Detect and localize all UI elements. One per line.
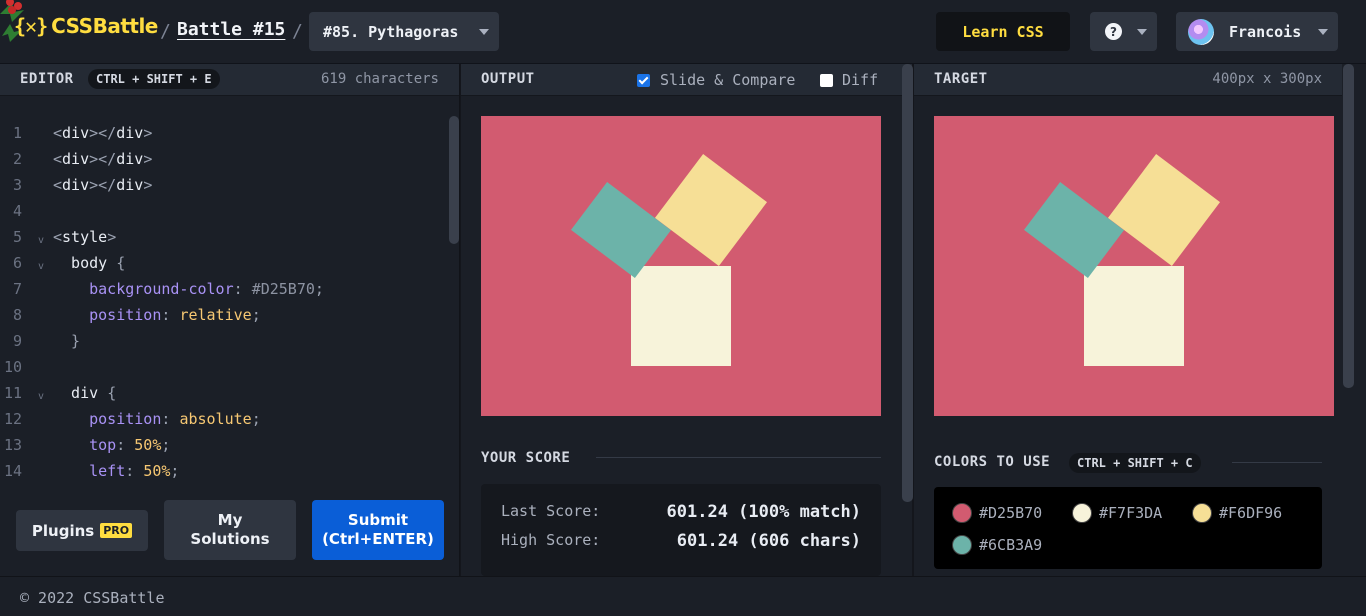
target-select-label: #85. Pythagoras	[323, 22, 459, 41]
last-score-label: Last Score:	[501, 502, 601, 520]
chevron-down-icon	[479, 29, 489, 35]
target-select-dropdown[interactable]: #85. Pythagoras	[309, 12, 499, 51]
code-line: 11 v div {	[0, 380, 440, 406]
diff-label[interactable]: Diff	[842, 71, 878, 89]
code-line: 14 left: 50%;	[3, 462, 180, 480]
cssbattle-logo[interactable]: {✕} CSSBattle	[14, 14, 158, 38]
target-header: TARGET 400px x 300px	[914, 64, 1342, 96]
logo-text: CSSBattle	[51, 14, 158, 38]
code-line: 12 position: absolute;	[3, 410, 261, 428]
target-teal-square	[1024, 181, 1124, 279]
your-score-title: YOUR SCORE	[481, 450, 571, 466]
color-hex: #6CB3A9	[979, 536, 1043, 554]
battle-link[interactable]: Battle #15	[177, 19, 285, 40]
plugins-button[interactable]: Plugins PRO	[16, 510, 148, 551]
color-hex: #D25B70	[979, 504, 1043, 522]
target-yellow-square	[1107, 153, 1221, 267]
output-canvas[interactable]	[481, 116, 881, 416]
user-name: Francois	[1229, 22, 1302, 41]
output-scrollbar[interactable]	[902, 64, 913, 502]
code-line: 1 <div></div>	[12, 124, 153, 142]
chevron-down-icon	[1318, 29, 1328, 35]
score-box: Last Score: 601.24 (100% match) High Sco…	[481, 484, 881, 576]
avatar	[1188, 18, 1214, 45]
output-teal-square	[571, 181, 671, 279]
code-line: 10	[3, 358, 22, 376]
code-line: 7 background-color: #D25B70;	[12, 280, 324, 298]
color-hex: #F6DF96	[1219, 504, 1283, 522]
code-line: 8 position: relative;	[12, 306, 261, 324]
color-dot	[1072, 503, 1092, 523]
code-line: 4	[12, 202, 22, 220]
color-dot	[952, 535, 972, 555]
output-title: OUTPUT	[481, 71, 535, 87]
output-cream-square	[631, 266, 731, 366]
character-count: 619 characters	[320, 71, 439, 87]
chevron-down-icon	[1137, 29, 1147, 35]
target-size: 400px x 300px	[1212, 71, 1322, 87]
target-title: TARGET	[934, 71, 988, 87]
output-header: OUTPUT Slide & Compare Diff	[461, 64, 912, 96]
color-hex: #F7F3DA	[1099, 504, 1163, 522]
editor-shortcut-badge: CTRL + SHIFT + E	[88, 69, 220, 89]
color-dot	[1192, 503, 1212, 523]
code-line: 3 <div></div>	[12, 176, 153, 194]
slide-compare-checkbox[interactable]	[637, 74, 650, 87]
footer: © 2022 CSSBattle	[0, 576, 1366, 616]
color-swatch[interactable]: #F6DF96	[1192, 503, 1282, 523]
target-cream-square	[1084, 266, 1184, 366]
editor-scrollbar[interactable]	[449, 116, 459, 244]
output-yellow-square	[654, 153, 768, 267]
color-swatch[interactable]: #F7F3DA	[1072, 503, 1162, 523]
code-line: 6v body {	[0, 250, 440, 276]
last-score-value: 601.24 (100% match)	[666, 502, 861, 522]
diff-checkbox[interactable]	[820, 74, 833, 87]
code-line: 5 v <style>	[0, 224, 440, 250]
colors-shortcut-badge: CTRL + SHIFT + C	[1069, 453, 1201, 473]
plugins-label: Plugins	[31, 521, 95, 540]
my-solutions-button[interactable]: My Solutions	[164, 500, 296, 560]
code-line: 13 top: 50%;	[3, 436, 171, 454]
high-score-value: 601.24 (606 chars)	[676, 531, 861, 551]
pro-badge: PRO	[100, 523, 133, 538]
top-header: {✕} CSSBattle / Battle #15 / #85. Pythag…	[0, 0, 1366, 64]
editor-panel: EDITOR CTRL + SHIFT + E 619 characters 1…	[0, 64, 460, 576]
divider	[596, 457, 881, 458]
output-panel: OUTPUT Slide & Compare Diff YOUR SCORE L…	[461, 64, 912, 576]
target-panel: TARGET 400px x 300px COLORS TO USE CTRL …	[914, 64, 1342, 576]
colors-to-use-title: COLORS TO USE	[934, 454, 1051, 470]
code-line: 2 <div></div>	[12, 150, 153, 168]
help-menu-button[interactable]: ?	[1090, 12, 1157, 51]
target-canvas	[934, 116, 1334, 416]
color-swatches: #D25B70 #F7F3DA #F6DF96 #6CB3A9	[934, 487, 1322, 569]
editor-header: EDITOR CTRL + SHIFT + E 619 characters	[0, 64, 459, 96]
color-dot	[952, 503, 972, 523]
breadcrumb-separator: /	[292, 21, 303, 42]
user-menu-button[interactable]: Francois	[1176, 12, 1338, 51]
high-score-label: High Score:	[501, 531, 601, 549]
divider	[1232, 462, 1322, 463]
submit-button[interactable]: Submit (Ctrl+ENTER)	[312, 500, 444, 560]
code-editor[interactable]: 1 <div></div> 2 <div></div> 3 <div></div> 4…	[0, 120, 440, 480]
editor-title: EDITOR	[20, 71, 74, 87]
breadcrumb-separator: /	[160, 21, 171, 42]
color-swatch[interactable]: #6CB3A9	[952, 535, 1042, 555]
help-icon: ?	[1105, 23, 1122, 40]
logo-mark-icon: {✕}	[14, 14, 48, 38]
code-line: 9 }	[12, 332, 81, 350]
slide-compare-label[interactable]: Slide & Compare	[660, 71, 795, 89]
learn-css-button[interactable]: Learn CSS	[936, 12, 1070, 51]
target-scrollbar[interactable]	[1343, 64, 1354, 388]
copyright-text: © 2022 CSSBattle	[20, 589, 165, 607]
color-swatch[interactable]: #D25B70	[952, 503, 1042, 523]
